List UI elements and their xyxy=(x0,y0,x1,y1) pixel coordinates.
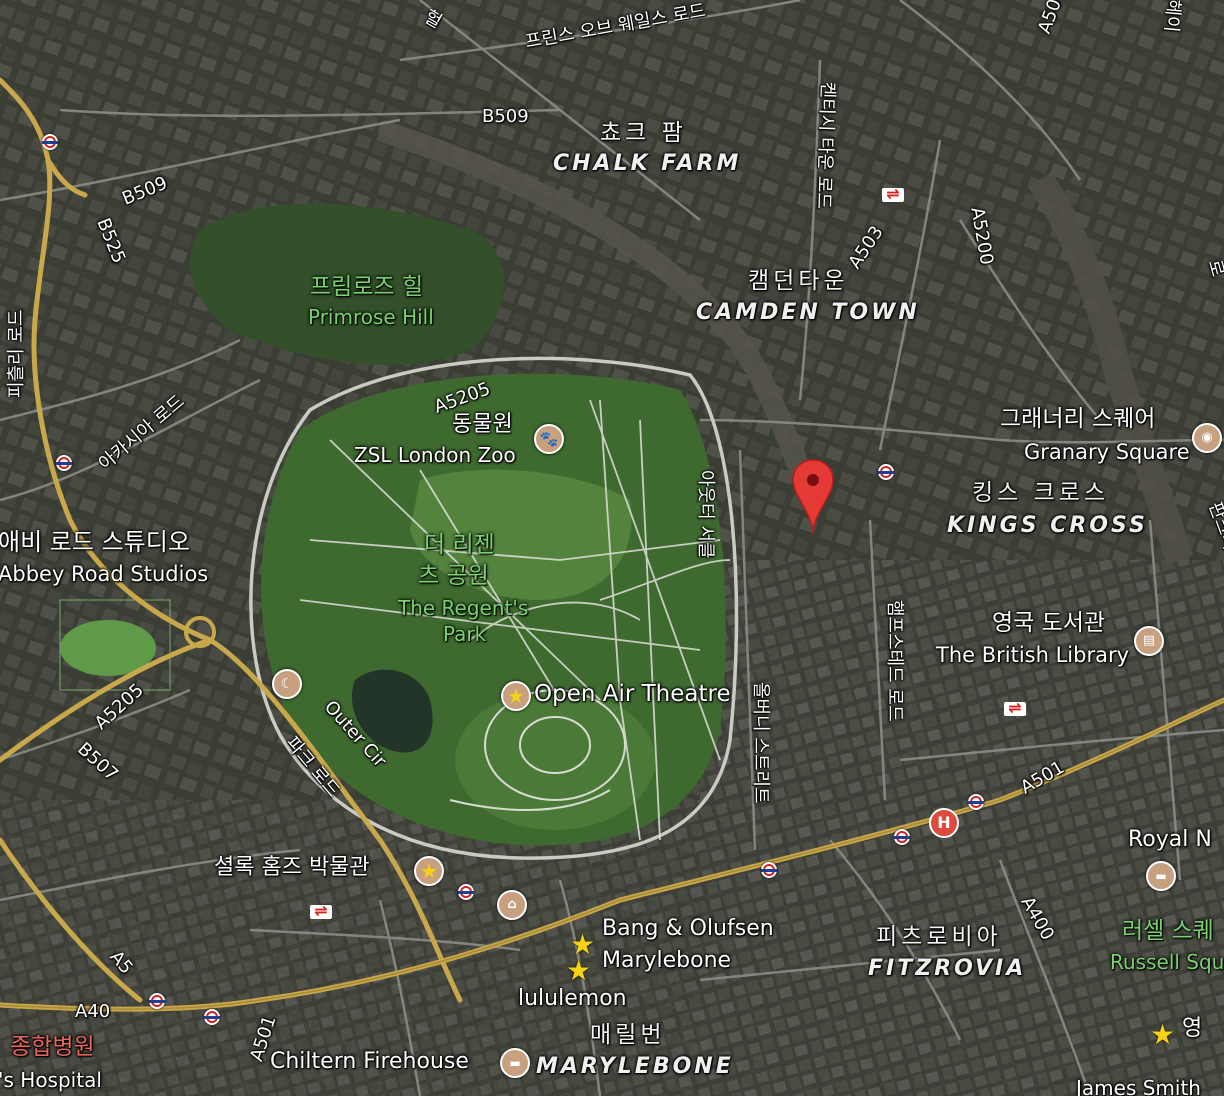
place-yeong: 영 xyxy=(1182,1016,1203,1041)
star-icon-open-air-theatre[interactable] xyxy=(501,681,531,711)
tube-station-icon[interactable] xyxy=(204,1009,220,1025)
road-label-kentish-town-road: 켄티시 타운 로드 xyxy=(812,81,838,210)
district-chalk-farm: CHALK FARM xyxy=(553,151,742,176)
place-sherlock-holmes-ko: 셜록 홈즈 박물관 xyxy=(214,855,370,880)
star-icon-sherlock[interactable] xyxy=(414,856,444,886)
district-fitzrovia-ko: 피츠로비아 xyxy=(876,924,1002,950)
place-british-library[interactable]: The British Library xyxy=(936,645,1129,666)
district-fitzrovia: FITZROVIA xyxy=(868,956,1027,981)
star-icon-yeong[interactable]: ★ xyxy=(1150,1018,1175,1051)
district-marylebone: MARYLEBONE xyxy=(536,1054,734,1079)
place-russell-square-ko: 러셀 스퀘 xyxy=(1122,918,1214,944)
place-abbey-road[interactable]: Abbey Road Studios xyxy=(0,564,208,585)
place-regents-park-1: The Regent's xyxy=(398,596,529,620)
rail-station-icon[interactable] xyxy=(882,184,904,203)
road-label-finchley-road: 피츨리 로드 xyxy=(6,309,27,398)
satellite-map[interactable]: 쵸크 팜 CHALK FARM 캠던타운 CAMDEN TOWN 킹스 크로스 … xyxy=(0,0,1224,1096)
tube-station-icon[interactable] xyxy=(894,829,910,845)
place-primrose-hill: Primrose Hill xyxy=(308,305,434,329)
star-icon-lululemon[interactable]: ★ xyxy=(566,954,591,987)
road-label-a40: A40 xyxy=(75,1001,111,1022)
district-marylebone-ko: 매릴번 xyxy=(590,1022,666,1048)
place-british-library-ko: 영국 도서관 xyxy=(992,610,1106,636)
paw-icon[interactable]: 🐾 xyxy=(534,424,564,454)
district-chalk-farm-ko: 쵸크 팜 xyxy=(600,120,687,146)
place-granary-square[interactable]: Granary Square xyxy=(1024,442,1190,463)
place-bang-olufsen[interactable]: Bang & Olufsen xyxy=(602,918,774,940)
road-label-ro: 로 xyxy=(1203,257,1224,279)
hospital-icon[interactable]: H xyxy=(929,808,959,838)
book-icon[interactable]: ▤ xyxy=(1134,626,1164,656)
hotel-icon[interactable]: ▬ xyxy=(500,1048,530,1078)
place-open-air-theatre[interactable]: Open Air Theatre xyxy=(534,683,731,706)
place-regents-park-2: Park xyxy=(443,622,487,646)
tube-station-icon[interactable] xyxy=(968,794,984,810)
place-regents-park-ko-1: 더 리젠 xyxy=(424,532,495,558)
place-granary-square-ko: 그래너리 스퀘어 xyxy=(1000,406,1156,432)
tube-station-icon[interactable] xyxy=(42,134,58,150)
district-camden-ko: 캠던타운 xyxy=(748,268,849,294)
location-pin-icon[interactable] xyxy=(790,458,836,538)
road-label-hei: 헤이 xyxy=(1160,0,1184,34)
place-bang-olufsen-marylebone: Marylebone xyxy=(602,948,732,973)
tube-station-icon[interactable] xyxy=(149,993,165,1009)
tube-station-icon[interactable] xyxy=(56,455,72,471)
place-hospital[interactable]: 's Hospital xyxy=(0,1070,102,1090)
museum-icon[interactable]: ⌂ xyxy=(497,890,527,920)
tube-station-icon[interactable] xyxy=(878,464,894,480)
road-label-outer-circle-ko: 아웃터 서클 xyxy=(695,470,716,559)
place-abbey-road-ko: 애비 로드 스튜디오 xyxy=(0,528,190,556)
place-primrose-hill-ko: 프림로즈 힐 xyxy=(310,274,424,300)
mosque-icon[interactable]: ☾ xyxy=(272,669,302,699)
rail-station-icon[interactable] xyxy=(310,901,332,920)
road-label-hampstead-road: 햄프스테드 로드 xyxy=(884,600,905,722)
tube-station-icon[interactable] xyxy=(458,884,474,900)
district-kings-cross-ko: 킹스 크로스 xyxy=(972,480,1110,506)
road-label-albany-street: 올버니 스트리트 xyxy=(750,682,771,804)
district-kings-cross: KINGS CROSS xyxy=(947,513,1148,538)
place-royal[interactable]: Royal N xyxy=(1128,829,1212,851)
place-lululemon[interactable]: lululemon xyxy=(518,988,627,1010)
place-russell-square: Russell Squ xyxy=(1110,950,1224,974)
camera-icon[interactable]: ◉ xyxy=(1192,423,1222,453)
place-james-smith[interactable]: James Smith xyxy=(1076,1078,1201,1096)
place-zoo-ko: 동물원 xyxy=(452,412,513,437)
place-chiltern-firehouse[interactable]: Chiltern Firehouse xyxy=(270,1051,469,1073)
tube-station-icon[interactable] xyxy=(761,862,777,878)
place-hospital-ko: 종합병원 xyxy=(10,1034,95,1060)
bed-icon[interactable]: ▬ xyxy=(1146,861,1176,891)
road-label-b509-top: B509 xyxy=(482,106,529,127)
place-regents-park-ko-2: 츠 공원 xyxy=(418,563,489,589)
rail-station-icon[interactable] xyxy=(1004,698,1026,717)
district-camden-town: CAMDEN TOWN xyxy=(696,300,920,325)
place-zoo[interactable]: ZSL London Zoo xyxy=(354,445,516,465)
